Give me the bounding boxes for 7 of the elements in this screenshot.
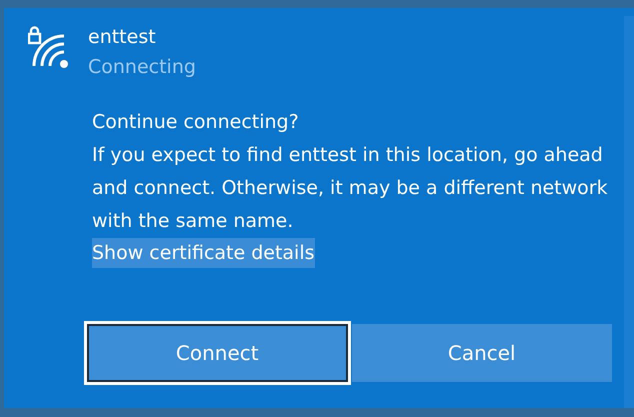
certificate-link[interactable]: Show certificate details bbox=[92, 238, 315, 268]
cancel-button[interactable]: Cancel bbox=[352, 324, 612, 382]
message-text: If you expect to find enttest in this location, go ahead and connect. Otherwise, it may be a different network with the same name. bbox=[92, 143, 609, 234]
connect-button[interactable]: Connect bbox=[87, 324, 348, 382]
network-name: enttest bbox=[88, 25, 157, 50]
connection-status: Connecting bbox=[88, 55, 196, 80]
question-text: Continue connecting? bbox=[92, 110, 300, 135]
